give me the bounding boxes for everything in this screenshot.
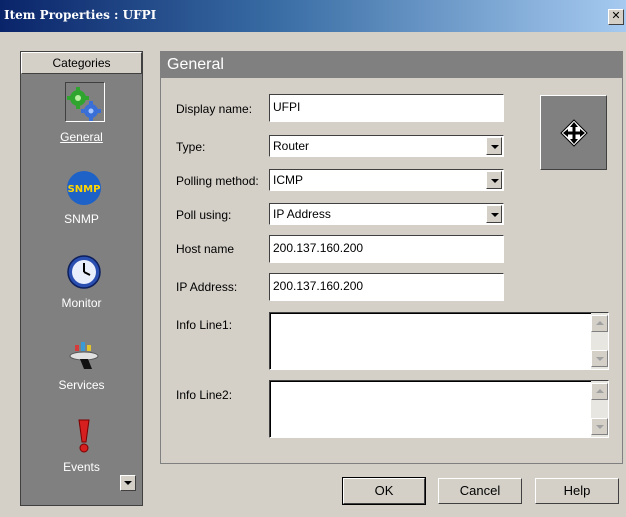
info-line2-scrollbar[interactable] — [591, 381, 608, 437]
poll-using-select[interactable]: IP Address — [269, 203, 504, 225]
scroll-down-button[interactable] — [591, 350, 608, 367]
categories-sidebar: Categories General SNMP SNMP Monitor Ser… — [20, 51, 143, 506]
sidebar-item-monitor[interactable]: Monitor — [21, 254, 142, 326]
chevron-down-icon — [491, 179, 499, 183]
services-tray-icon — [69, 342, 99, 369]
window-title: Item Properties : UFPI — [4, 8, 157, 22]
info-line1-textarea[interactable] — [269, 312, 609, 370]
chevron-down-icon — [491, 213, 499, 217]
device-icon-button[interactable] — [540, 95, 607, 170]
ok-button[interactable]: OK — [342, 477, 426, 505]
info-line1-scrollbar[interactable] — [591, 313, 608, 369]
polling-method-dropdown-button[interactable] — [486, 171, 502, 189]
categories-header: Categories — [21, 52, 142, 74]
router-arrows-icon — [560, 119, 588, 147]
sidebar-item-services[interactable]: Services — [21, 336, 142, 408]
close-button[interactable]: ✕ — [608, 9, 624, 25]
chevron-down-icon — [124, 481, 132, 485]
type-value: Router — [273, 139, 310, 153]
sidebar-item-label: General — [60, 130, 103, 144]
chevron-down-icon — [491, 145, 499, 149]
type-select[interactable]: Router — [269, 135, 504, 157]
polling-method-value: ICMP — [273, 173, 303, 187]
ip-address-label: IP Address: — [176, 280, 238, 294]
gears-icon — [67, 87, 101, 121]
scroll-up-button[interactable] — [591, 383, 608, 400]
panel-title: General — [161, 52, 622, 78]
cancel-button[interactable]: Cancel — [438, 478, 522, 504]
snmp-icon: SNMP — [67, 171, 101, 205]
info-line2-label: Info Line2: — [176, 388, 233, 402]
clock-icon — [67, 255, 101, 289]
poll-using-label: Poll using: — [176, 208, 232, 222]
sidebar-scroll-down-button[interactable] — [120, 475, 136, 491]
info-line2-textarea[interactable] — [269, 380, 609, 438]
title-bar[interactable]: Item Properties : UFPI ✕ — [0, 0, 626, 32]
host-name-label: Host name — [176, 242, 235, 256]
polling-method-label: Polling method: — [176, 174, 259, 188]
sidebar-item-label: Events — [63, 460, 100, 474]
type-dropdown-button[interactable] — [486, 137, 502, 155]
chevron-up-icon — [596, 321, 604, 325]
help-button[interactable]: Help — [535, 478, 619, 504]
item-properties-dialog: Item Properties : UFPI ✕ Categories Gene… — [0, 0, 626, 517]
chevron-down-icon — [596, 425, 604, 429]
poll-using-value: IP Address — [273, 207, 331, 221]
poll-using-dropdown-button[interactable] — [486, 205, 502, 223]
sidebar-item-general[interactable]: General — [21, 82, 142, 158]
sidebar-item-label: SNMP — [64, 212, 99, 226]
chevron-down-icon — [596, 357, 604, 361]
sidebar-item-snmp[interactable]: SNMP SNMP — [21, 170, 142, 242]
svg-text:SNMP: SNMP — [68, 184, 101, 195]
polling-method-select[interactable]: ICMP — [269, 169, 504, 191]
scroll-down-button[interactable] — [591, 418, 608, 435]
ip-address-field[interactable]: 200.137.160.200 — [269, 273, 504, 301]
info-line1-label: Info Line1: — [176, 318, 233, 332]
scroll-up-button[interactable] — [591, 315, 608, 332]
display-name-label: Display name: — [176, 102, 253, 116]
host-name-field[interactable]: 200.137.160.200 — [269, 235, 504, 263]
sidebar-item-label: Monitor — [61, 296, 102, 310]
sidebar-item-label: Services — [58, 378, 105, 392]
exclamation-icon — [78, 419, 90, 453]
chevron-up-icon — [596, 389, 604, 393]
general-panel: General Display name: UFPI Type: Router … — [160, 51, 623, 464]
display-name-field[interactable]: UFPI — [269, 94, 504, 122]
type-label: Type: — [176, 140, 206, 154]
